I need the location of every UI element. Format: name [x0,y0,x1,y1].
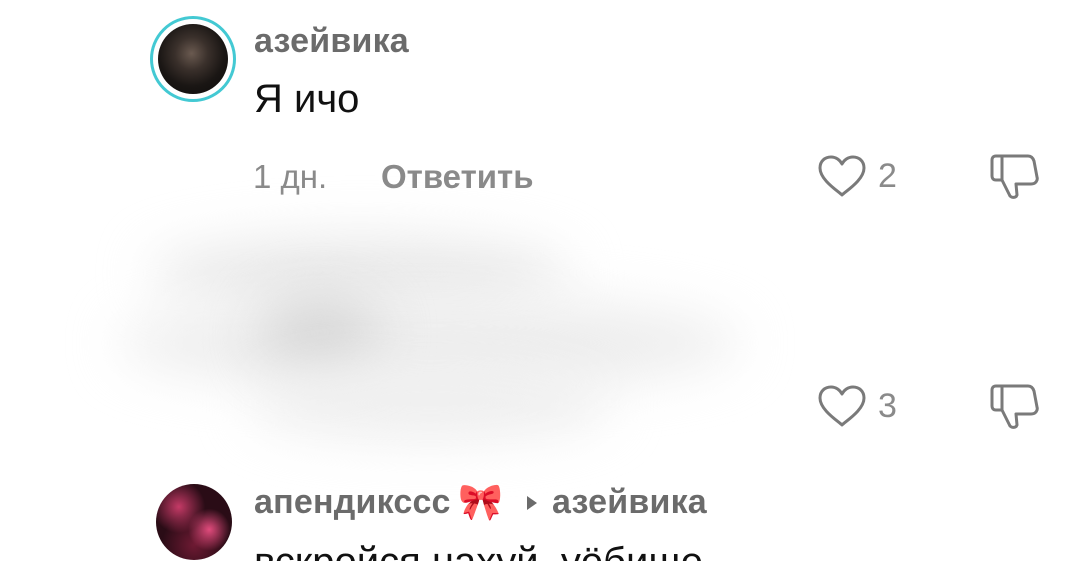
avatar[interactable] [150,16,236,102]
triangle-right-icon [525,494,539,512]
heart-outline-icon[interactable] [816,153,868,199]
like-count: 3 [878,387,897,425]
comment-username[interactable]: апендикссс [254,483,451,522]
bow-emoji-icon: 🎀 [458,481,503,522]
like-count: 2 [878,157,897,195]
avatar-image [158,24,228,94]
comment-text: вскройся нахуй, уёбище [254,540,703,561]
thumbs-down-outline-icon[interactable] [988,380,1042,432]
reply-to-username[interactable]: азейвика [552,483,707,522]
comments-view: азейвика Я ичо 1 дн. Ответить 2 3 апенди… [0,0,1080,561]
hidden-comment-blur [110,228,810,458]
reply-button[interactable]: Ответить [381,158,534,196]
comment-timestamp: 1 дн. [253,158,328,195]
thumbs-down-outline-icon[interactable] [988,150,1042,202]
comment-text: Я ичо [254,77,360,121]
heart-outline-icon[interactable] [816,383,868,429]
comment-username[interactable]: азейвика [254,22,409,61]
avatar[interactable] [156,484,232,560]
